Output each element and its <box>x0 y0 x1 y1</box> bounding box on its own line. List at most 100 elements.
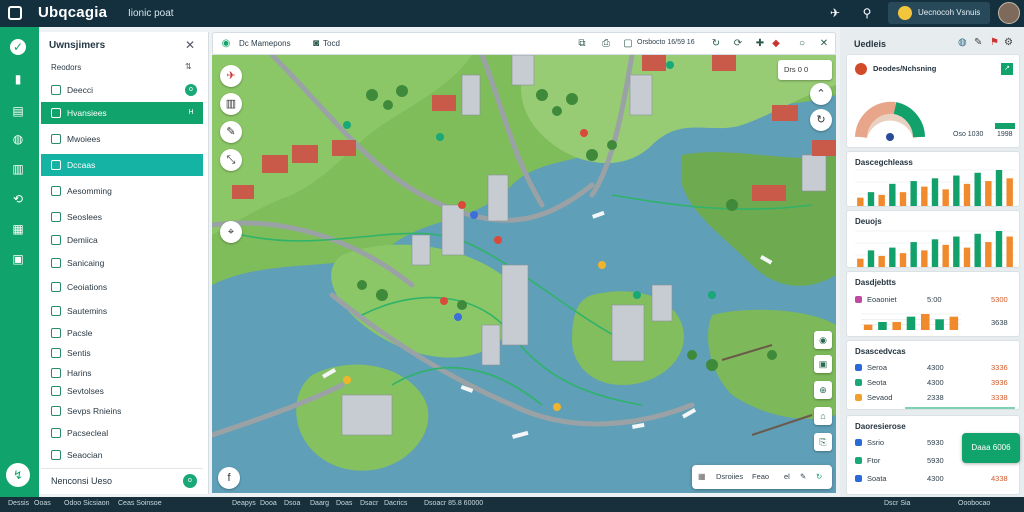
dasdjebtts-row[interactable]: Eoaoniet 5:00 5300 <box>855 293 1015 307</box>
copy-icon[interactable]: ⧉ <box>575 37 589 51</box>
sync-icon[interactable]: ⟳ <box>731 37 745 51</box>
card-row[interactable]: Seota 4300 3936 <box>855 376 1015 390</box>
layers-toggle-icon[interactable]: ▥ <box>220 93 242 115</box>
card-row[interactable]: Sevaod 2338 3338 <box>855 391 1015 405</box>
sidebar-footer[interactable]: Nenconsi Ueso o <box>41 468 203 492</box>
row-name: Ssrio <box>867 438 885 447</box>
right-panel: Uedleis ◍ ✎ ⚑ ⚙ Deodes/Nchsning ↗ Oso 10… <box>840 27 1024 497</box>
draw-icon[interactable]: ⤡ <box>220 149 242 171</box>
chart-bar <box>974 233 981 267</box>
flag-icon[interactable]: ⚑ <box>990 37 999 48</box>
top-menu-label[interactable]: Iionic poat <box>128 8 174 19</box>
map-legend[interactable]: ▦ Dsroiies Feao el ✎ ↻ <box>692 465 832 489</box>
cta-button[interactable]: Daaa 6006 <box>962 433 1020 463</box>
chart-bar <box>985 242 992 267</box>
close-map-icon[interactable]: ✕ <box>817 37 831 51</box>
map-tool-2-icon[interactable]: ▣ <box>814 355 832 373</box>
map-tool-5-icon[interactable]: ⎘ <box>814 433 832 451</box>
sidebar-item[interactable]: Sevtolses <box>41 380 203 402</box>
avatar[interactable] <box>998 2 1020 24</box>
grid-icon[interactable]: ▦ <box>10 221 26 237</box>
chart-bar <box>857 258 864 267</box>
status-item: Daarg <box>310 500 330 507</box>
map-tool-3-icon[interactable]: ⊕ <box>814 381 832 399</box>
map-tool-4-icon[interactable]: ⌂ <box>814 407 832 425</box>
map-tag[interactable]: Tocd <box>323 39 340 48</box>
edit-icon[interactable]: ✎ <box>974 37 982 48</box>
measure-icon[interactable]: ✎ <box>220 121 242 143</box>
user-chip[interactable]: Uecnocoh Vsnuis <box>888 2 990 24</box>
bookmark-icon[interactable]: ✚ <box>753 37 767 51</box>
row-dot-icon <box>855 364 862 371</box>
globe-icon[interactable]: ◍ <box>10 131 26 147</box>
pin-icon[interactable]: ✈ <box>828 6 842 20</box>
legend-refresh-icon[interactable]: ↻ <box>816 472 822 481</box>
row-dot-icon <box>855 394 862 401</box>
status-item: Ooobocao <box>958 500 991 507</box>
sidebar-item[interactable]: Mwoiees <box>41 128 203 150</box>
info-icon[interactable]: f <box>218 467 240 489</box>
settings-icon[interactable]: ⚙ <box>1004 37 1013 48</box>
sidebar-item-label: Hvansiees <box>67 108 107 118</box>
report-icon[interactable]: ▣ <box>10 251 26 267</box>
sidebar: Uwnsjimers ✕ Reodors ⇅ Deecci o Hvansiees H… <box>39 32 247 494</box>
add-fab-button[interactable]: ↯ <box>6 463 30 487</box>
zoom-icon[interactable]: ○ <box>795 37 809 51</box>
layers-icon[interactable]: ▥ <box>10 161 26 177</box>
city-map[interactable]: ✈ ▥ ✎ ⤡ ⌖ f ⌃ ↻ ◉ ▣ ⊕ ⌂ ⎘ <box>212 55 836 493</box>
locate-icon[interactable]: ⌖ <box>220 221 242 243</box>
route-icon[interactable]: ⟲ <box>10 191 26 207</box>
globe-small-icon[interactable]: ◍ <box>958 37 967 48</box>
chart-bar <box>995 231 1003 267</box>
row-name: Sevaod <box>867 393 893 402</box>
sidebar-item[interactable]: Demiica <box>41 229 203 251</box>
sidebar-item-icon <box>51 450 61 460</box>
row-name: Soata <box>867 474 887 483</box>
sidebar-item[interactable]: Sentis <box>41 342 203 364</box>
alert-icon[interactable]: ◆ <box>769 37 783 51</box>
sidebar-item[interactable]: Dccaas <box>41 154 203 176</box>
chart-bar <box>931 178 939 206</box>
folder-icon[interactable]: ▮ <box>10 71 26 87</box>
fullscreen-icon[interactable]: ⌃ <box>810 83 832 105</box>
map-tool-1-icon[interactable]: ◉ <box>814 331 832 349</box>
row-value-1: 4300 <box>927 474 944 483</box>
sidebar-item[interactable]: Ceoiations <box>41 276 203 298</box>
sidebar-item[interactable]: Seoslees <box>41 206 203 228</box>
sidebar-item-label: Harins <box>67 368 92 378</box>
inbox-icon[interactable]: ▤ <box>10 103 26 119</box>
print-icon[interactable]: ⎙ <box>599 37 613 51</box>
sidebar-footer-label: Nenconsi Ueso <box>51 476 113 486</box>
row-dot-icon <box>855 475 862 482</box>
chart-bar <box>863 324 873 330</box>
compass-icon[interactable]: ✈ <box>220 65 242 87</box>
chart-bar <box>942 244 949 267</box>
sidebar-item[interactable]: Aesomming <box>41 180 203 202</box>
refresh-icon[interactable]: ↻ <box>709 37 723 51</box>
sidebar-item[interactable]: Sevps Rnieins <box>41 400 203 422</box>
close-icon[interactable]: ✕ <box>185 38 195 52</box>
gauge-left-value: Oso 1030 <box>953 131 984 138</box>
map-filter-chip[interactable]: Drs 0 0 <box>778 60 832 80</box>
sidebar-item[interactable]: Sanicaing <box>41 252 203 274</box>
legend-tool-icon[interactable]: ✎ <box>800 472 806 481</box>
row-value-1: 4300 <box>927 378 944 387</box>
rotate-icon[interactable]: ↻ <box>810 109 832 131</box>
sort-icon[interactable]: ⇅ <box>185 62 192 71</box>
sidebar-item[interactable]: Sautemins <box>41 300 203 322</box>
sidebar-item[interactable]: Pacsecleal <box>41 422 203 444</box>
sidebar-item[interactable]: Pacsle <box>41 322 203 344</box>
status-item: Ceas Soinsoe <box>118 500 162 507</box>
search-icon[interactable]: ⚲ <box>860 6 874 20</box>
sidebar-item[interactable]: Seaocian <box>41 444 203 466</box>
date-range[interactable]: Orsbocto 16/59 16 <box>637 39 695 46</box>
sidebar-item[interactable]: Hvansiees H <box>41 102 203 124</box>
calendar-icon[interactable]: ▢ <box>621 37 635 51</box>
sidebar-item[interactable]: Deecci o <box>41 79 203 101</box>
card-row[interactable]: Soata 4300 4338 <box>855 472 1015 486</box>
home-icon[interactable]: ✓ <box>10 39 26 55</box>
expand-icon[interactable]: ↗ <box>1001 63 1013 75</box>
app-logo-icon[interactable] <box>8 6 22 20</box>
card-row[interactable]: Seroa 4300 3336 <box>855 361 1015 375</box>
status-item: Deapys <box>232 500 256 507</box>
